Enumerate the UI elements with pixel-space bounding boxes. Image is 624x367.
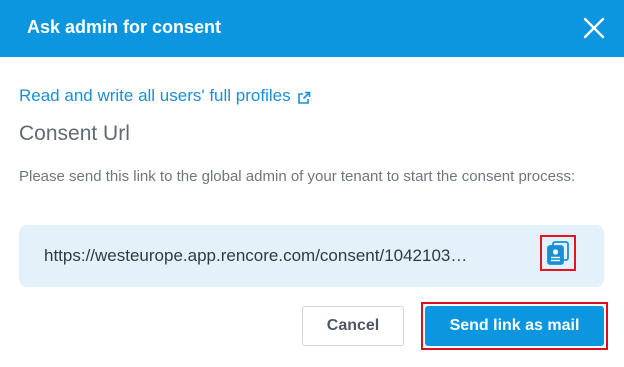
consent-url-box: https://westeurope.app.rencore.com/conse…: [19, 225, 604, 287]
copy-url-button[interactable]: [540, 235, 576, 271]
section-title: Consent Url: [19, 122, 130, 145]
dialog-header: Ask admin for consent: [0, 0, 624, 57]
dialog-title: Ask admin for consent: [27, 17, 222, 37]
send-link-button[interactable]: Send link as mail: [425, 306, 604, 346]
permission-link[interactable]: Read and write all users' full profiles: [19, 85, 311, 107]
permission-link-label: Read and write all users' full profiles: [19, 86, 291, 105]
close-button[interactable]: [580, 14, 608, 42]
external-link-icon: [297, 89, 311, 104]
cancel-button[interactable]: Cancel: [302, 306, 404, 346]
close-icon: [583, 17, 605, 39]
consent-url-text: https://westeurope.app.rencore.com/conse…: [44, 246, 468, 265]
consent-dialog: Ask admin for consent Read and write all…: [0, 0, 624, 367]
description-text: Please send this link to the global admi…: [19, 168, 576, 185]
copy-icon: [547, 241, 569, 265]
